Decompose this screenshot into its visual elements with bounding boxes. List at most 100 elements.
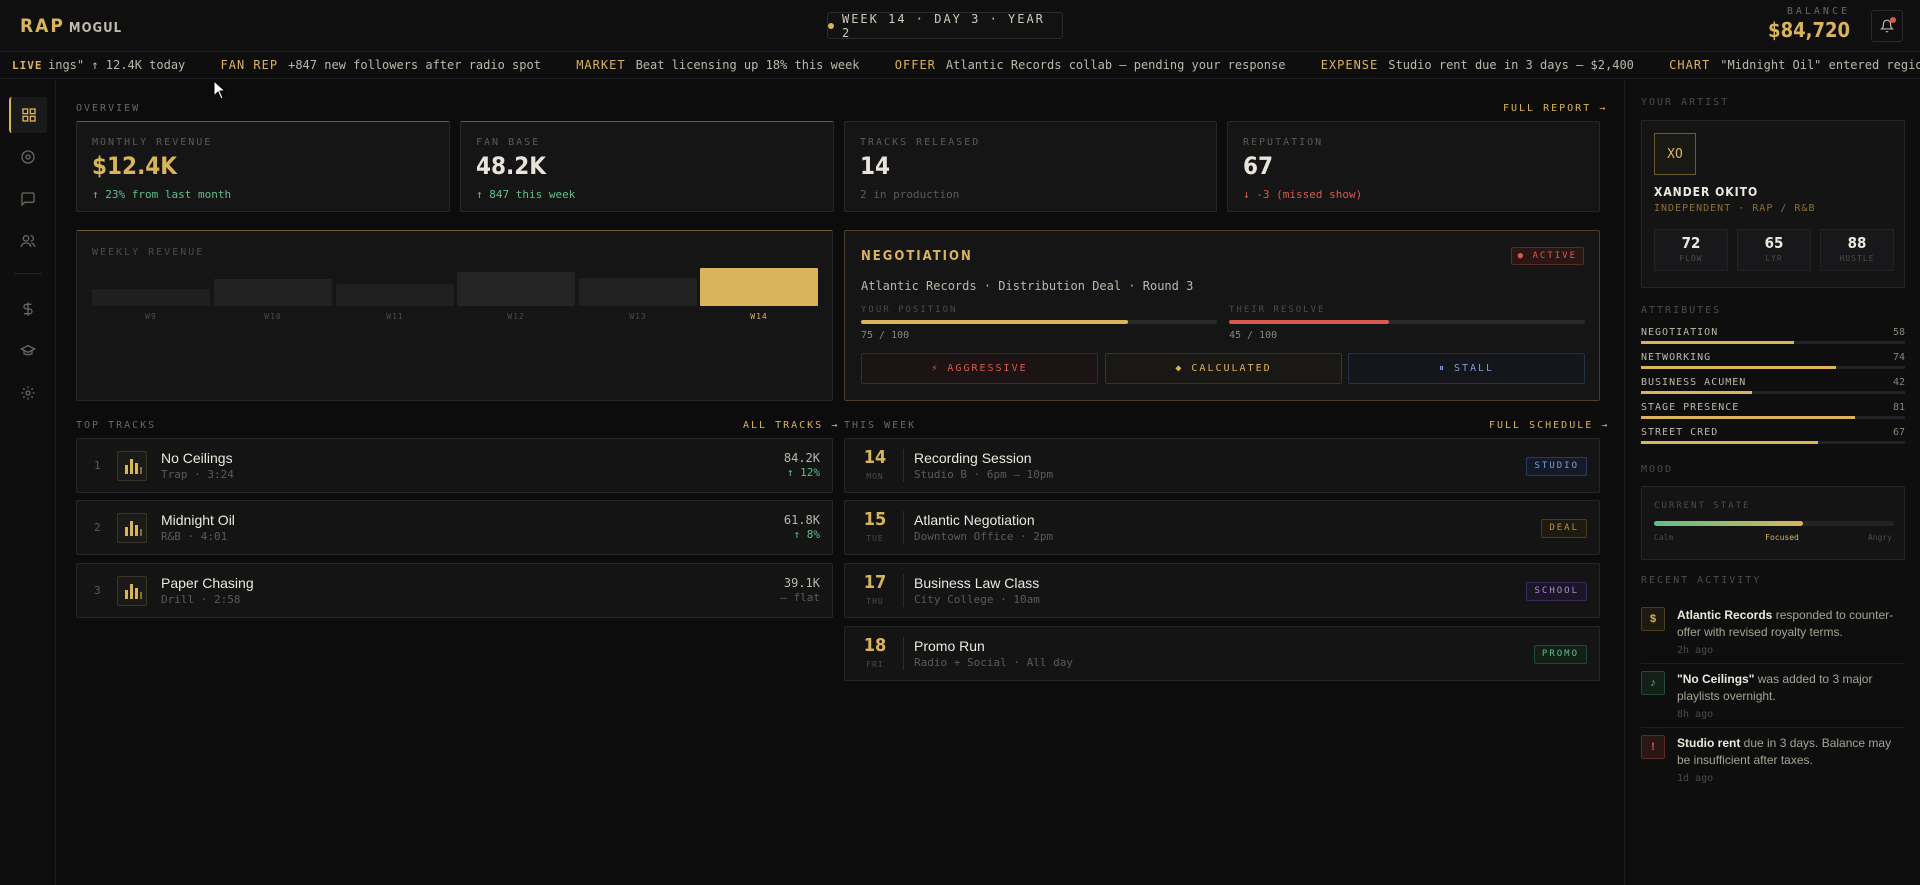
schedule-dow: FRI xyxy=(866,660,884,669)
mood-title: MOOD xyxy=(1641,464,1674,475)
grid-icon xyxy=(22,108,36,122)
dollar-icon: $ xyxy=(1641,607,1665,631)
top-tracks-title: TOP TRACKS xyxy=(76,420,157,431)
stall-button[interactable]: ⏸ STALL xyxy=(1348,353,1585,384)
nav-education[interactable] xyxy=(9,333,47,369)
table-row[interactable]: 1 No Ceilings Trap · 3:24 84.2K ↑ 12% xyxy=(76,438,833,493)
attribute-name: NETWORKING xyxy=(1641,352,1712,363)
your-position-fill xyxy=(861,320,1128,324)
stat-label: MONTHLY REVENUE xyxy=(92,137,213,148)
nav-divider xyxy=(14,273,42,274)
stat-card-fanbase[interactable]: FAN BASE 48.2K ↑ 847 this week xyxy=(460,121,834,212)
activity-text: Atlantic Records responded to counter-of… xyxy=(1677,607,1905,641)
calculated-button[interactable]: ◆ CALCULATED xyxy=(1105,353,1342,384)
attribute-bar xyxy=(1641,416,1905,419)
track-plays: 61.8K xyxy=(783,513,820,527)
attribute-negotiation: NEGOTIATION 58 xyxy=(1641,327,1905,347)
attribute-name: STAGE PRESENCE xyxy=(1641,402,1740,413)
schedule-name: Promo Run xyxy=(914,638,985,654)
stat-card-revenue[interactable]: MONTHLY REVENUE $12.4K ↑ 23% from last m… xyxy=(76,121,450,212)
attribute-bar xyxy=(1641,391,1905,394)
track-change: ↑ 12% xyxy=(786,466,820,479)
revenue-bar-w12[interactable] xyxy=(457,272,575,306)
their-resolve-label: THEIR RESOLVE xyxy=(1229,305,1326,315)
full-report-link[interactable]: FULL REPORT → xyxy=(1503,103,1607,114)
track-number: 2 xyxy=(94,521,101,534)
stat-label: TRACKS RELEASED xyxy=(860,137,981,148)
weekly-revenue-card: WEEKLY REVENUE xyxy=(76,230,833,401)
your-position-label: YOUR POSITION xyxy=(861,305,958,315)
nav-contacts[interactable] xyxy=(9,223,47,259)
track-meta: Drill · 2:58 xyxy=(161,593,241,606)
track-change: — flat xyxy=(780,591,820,604)
balance-display: BALANCE $84,720 xyxy=(1768,6,1850,42)
schedule-meta: Downtown Office · 2pm xyxy=(914,530,1054,543)
revenue-bar-w9[interactable] xyxy=(92,289,210,306)
negotiation-card: NEGOTIATION ● ACTIVE Atlantic Records · … xyxy=(844,230,1600,401)
stat-value: 14 xyxy=(860,152,891,180)
stat-value: 65 xyxy=(1764,234,1784,252)
notifications-button[interactable] xyxy=(1871,10,1903,42)
list-item[interactable]: 17 THU Business Law Class City College ·… xyxy=(844,563,1600,618)
attribute-fill xyxy=(1641,416,1855,419)
nav-finance[interactable] xyxy=(9,291,47,327)
track-meta: Trap · 3:24 xyxy=(161,468,234,481)
activity-text: "No Ceilings" was added to 3 major playl… xyxy=(1677,671,1905,705)
divider xyxy=(1641,663,1905,664)
right-panel: YOUR ARTIST XO XANDER OKITO INDEPENDENT … xyxy=(1624,80,1920,885)
attribute-value: 74 xyxy=(1892,352,1905,363)
revenue-bar-w14[interactable] xyxy=(700,268,818,306)
gear-icon xyxy=(21,386,35,400)
sidebar-nav xyxy=(0,80,56,885)
week-label: W9 xyxy=(145,312,157,321)
track-number: 1 xyxy=(94,459,101,472)
stat-label: LYR xyxy=(1765,254,1783,263)
divider xyxy=(903,574,904,607)
stat-card-tracks[interactable]: TRACKS RELEASED 14 2 in production xyxy=(844,121,1217,212)
logo-secondary: MOGUL xyxy=(68,21,123,36)
attribute-name: STREET CRED xyxy=(1641,427,1719,438)
revenue-bar-w11[interactable] xyxy=(336,284,454,306)
attribute-business-acumen: BUSINESS ACUMEN 42 xyxy=(1641,377,1905,397)
logo-primary: RAP xyxy=(20,15,65,37)
aggressive-button[interactable]: ⚡ AGGRESSIVE xyxy=(861,353,1098,384)
nav-messages[interactable] xyxy=(9,181,47,217)
stat-label: REPUTATION xyxy=(1243,137,1324,148)
overview-title: OVERVIEW xyxy=(76,103,141,114)
mood-left: Calm xyxy=(1654,533,1674,542)
news-ticker: LIVE ings" ↑ 12.4K today FAN REP +847 new… xyxy=(0,52,1920,79)
schedule-name: Business Law Class xyxy=(914,575,1040,591)
table-row[interactable]: 3 Paper Chasing Drill · 2:58 39.1K — fla… xyxy=(76,563,833,618)
week-label: W11 xyxy=(386,312,404,321)
stat-card-reputation[interactable]: REPUTATION 67 ↓ -3 (missed show) xyxy=(1227,121,1600,212)
all-tracks-link[interactable]: ALL TRACKS → xyxy=(743,420,839,431)
stat-value: $12.4K xyxy=(92,152,178,180)
attribute-fill xyxy=(1641,441,1818,444)
artist-card[interactable]: XO XANDER OKITO INDEPENDENT · RAP / R&B … xyxy=(1641,120,1905,288)
track-art-icon xyxy=(117,513,147,543)
list-item[interactable]: 18 FRI Promo Run Radio + Social · All da… xyxy=(844,626,1600,681)
stat-sub: 2 in production xyxy=(860,188,960,201)
mood-card: CURRENT STATE Calm Focused Angry xyxy=(1641,486,1905,560)
activity-text: Studio rent due in 3 days. Balance may b… xyxy=(1677,735,1905,769)
schedule-tag: PROMO xyxy=(1533,645,1587,664)
attribute-value: 42 xyxy=(1892,377,1905,388)
table-row[interactable]: 2 Midnight Oil R&B · 4:01 61.8K ↑ 8% xyxy=(76,500,833,555)
attribute-fill xyxy=(1641,366,1837,369)
revenue-bar-w10[interactable] xyxy=(214,279,332,306)
attribute-value: 81 xyxy=(1892,402,1905,413)
activity-time: 8h ago xyxy=(1677,709,1714,720)
list-item[interactable]: 15 TUE Atlantic Negotiation Downtown Off… xyxy=(844,500,1600,555)
app-logo[interactable]: RAP MOGUL xyxy=(20,15,122,37)
full-schedule-link[interactable]: FULL SCHEDULE → xyxy=(1489,420,1609,431)
stat-label: FAN BASE xyxy=(476,137,541,148)
week-dot-icon xyxy=(828,22,834,29)
nav-settings[interactable] xyxy=(9,375,47,411)
ticker-item: EXPENSE Studio rent due in 3 days — $2,40… xyxy=(1320,58,1634,72)
nav-dashboard[interactable] xyxy=(9,97,47,133)
week-label: W12 xyxy=(507,312,525,321)
list-item[interactable]: 14 MON Recording Session Studio B · 6pm … xyxy=(844,438,1600,493)
schedule-tag: STUDIO xyxy=(1526,457,1587,476)
nav-music[interactable] xyxy=(9,139,47,175)
revenue-bar-w13[interactable] xyxy=(579,278,697,306)
